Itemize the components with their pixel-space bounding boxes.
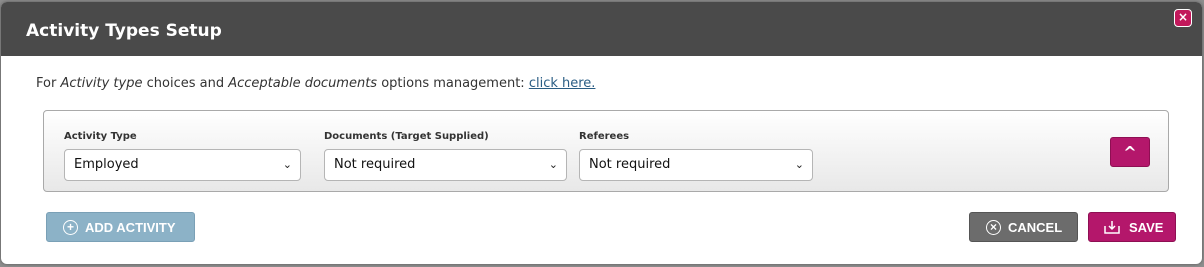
info-suffix: options management:	[377, 76, 529, 91]
documents-select[interactable]: Not required ⌄	[324, 149, 567, 181]
activity-types-modal: Activity Types Setup × For Activity type…	[1, 2, 1202, 264]
referees-value: Not required	[589, 157, 671, 172]
download-tray-icon	[1104, 221, 1120, 234]
chevron-up-icon: ^	[1123, 143, 1137, 162]
add-activity-label: ADD ACTIVITY	[85, 219, 176, 235]
modal-header: Activity Types Setup ×	[1, 2, 1202, 56]
modal-title: Activity Types Setup	[26, 21, 222, 41]
info-acceptable-documents: Acceptable documents	[228, 76, 378, 91]
activity-type-label: Activity Type	[64, 131, 137, 142]
documents-value: Not required	[334, 157, 416, 172]
cancel-circle-icon: ×	[986, 219, 1001, 235]
documents-label: Documents (Target Supplied)	[324, 131, 489, 142]
referees-label: Referees	[579, 131, 630, 142]
info-text: For Activity type choices and Acceptable…	[36, 76, 595, 91]
info-middle: choices and	[142, 76, 229, 91]
activity-type-value: Employed	[74, 157, 139, 172]
info-activity-type: Activity type	[60, 76, 143, 91]
cancel-button[interactable]: × CANCEL	[969, 212, 1078, 242]
cancel-label: CANCEL	[1008, 219, 1063, 235]
plus-circle-icon: +	[63, 219, 78, 235]
save-button[interactable]: SAVE	[1088, 212, 1176, 242]
chevron-down-icon: ⌄	[548, 158, 558, 171]
chevron-down-icon: ⌄	[794, 158, 804, 171]
close-icon: ×	[1177, 10, 1189, 24]
add-activity-button[interactable]: + ADD ACTIVITY	[46, 212, 195, 242]
collapse-button[interactable]: ^	[1110, 137, 1150, 167]
options-management-link[interactable]: click here.	[529, 76, 596, 91]
activity-type-select[interactable]: Employed ⌄	[64, 149, 301, 181]
save-label: SAVE	[1129, 219, 1164, 235]
info-prefix: For	[36, 76, 61, 91]
activity-row-panel: Activity Type Employed ⌄ Documents (Targ…	[43, 110, 1169, 192]
chevron-down-icon: ⌄	[282, 158, 292, 171]
referees-select[interactable]: Not required ⌄	[579, 149, 813, 181]
close-button[interactable]: ×	[1174, 9, 1192, 27]
